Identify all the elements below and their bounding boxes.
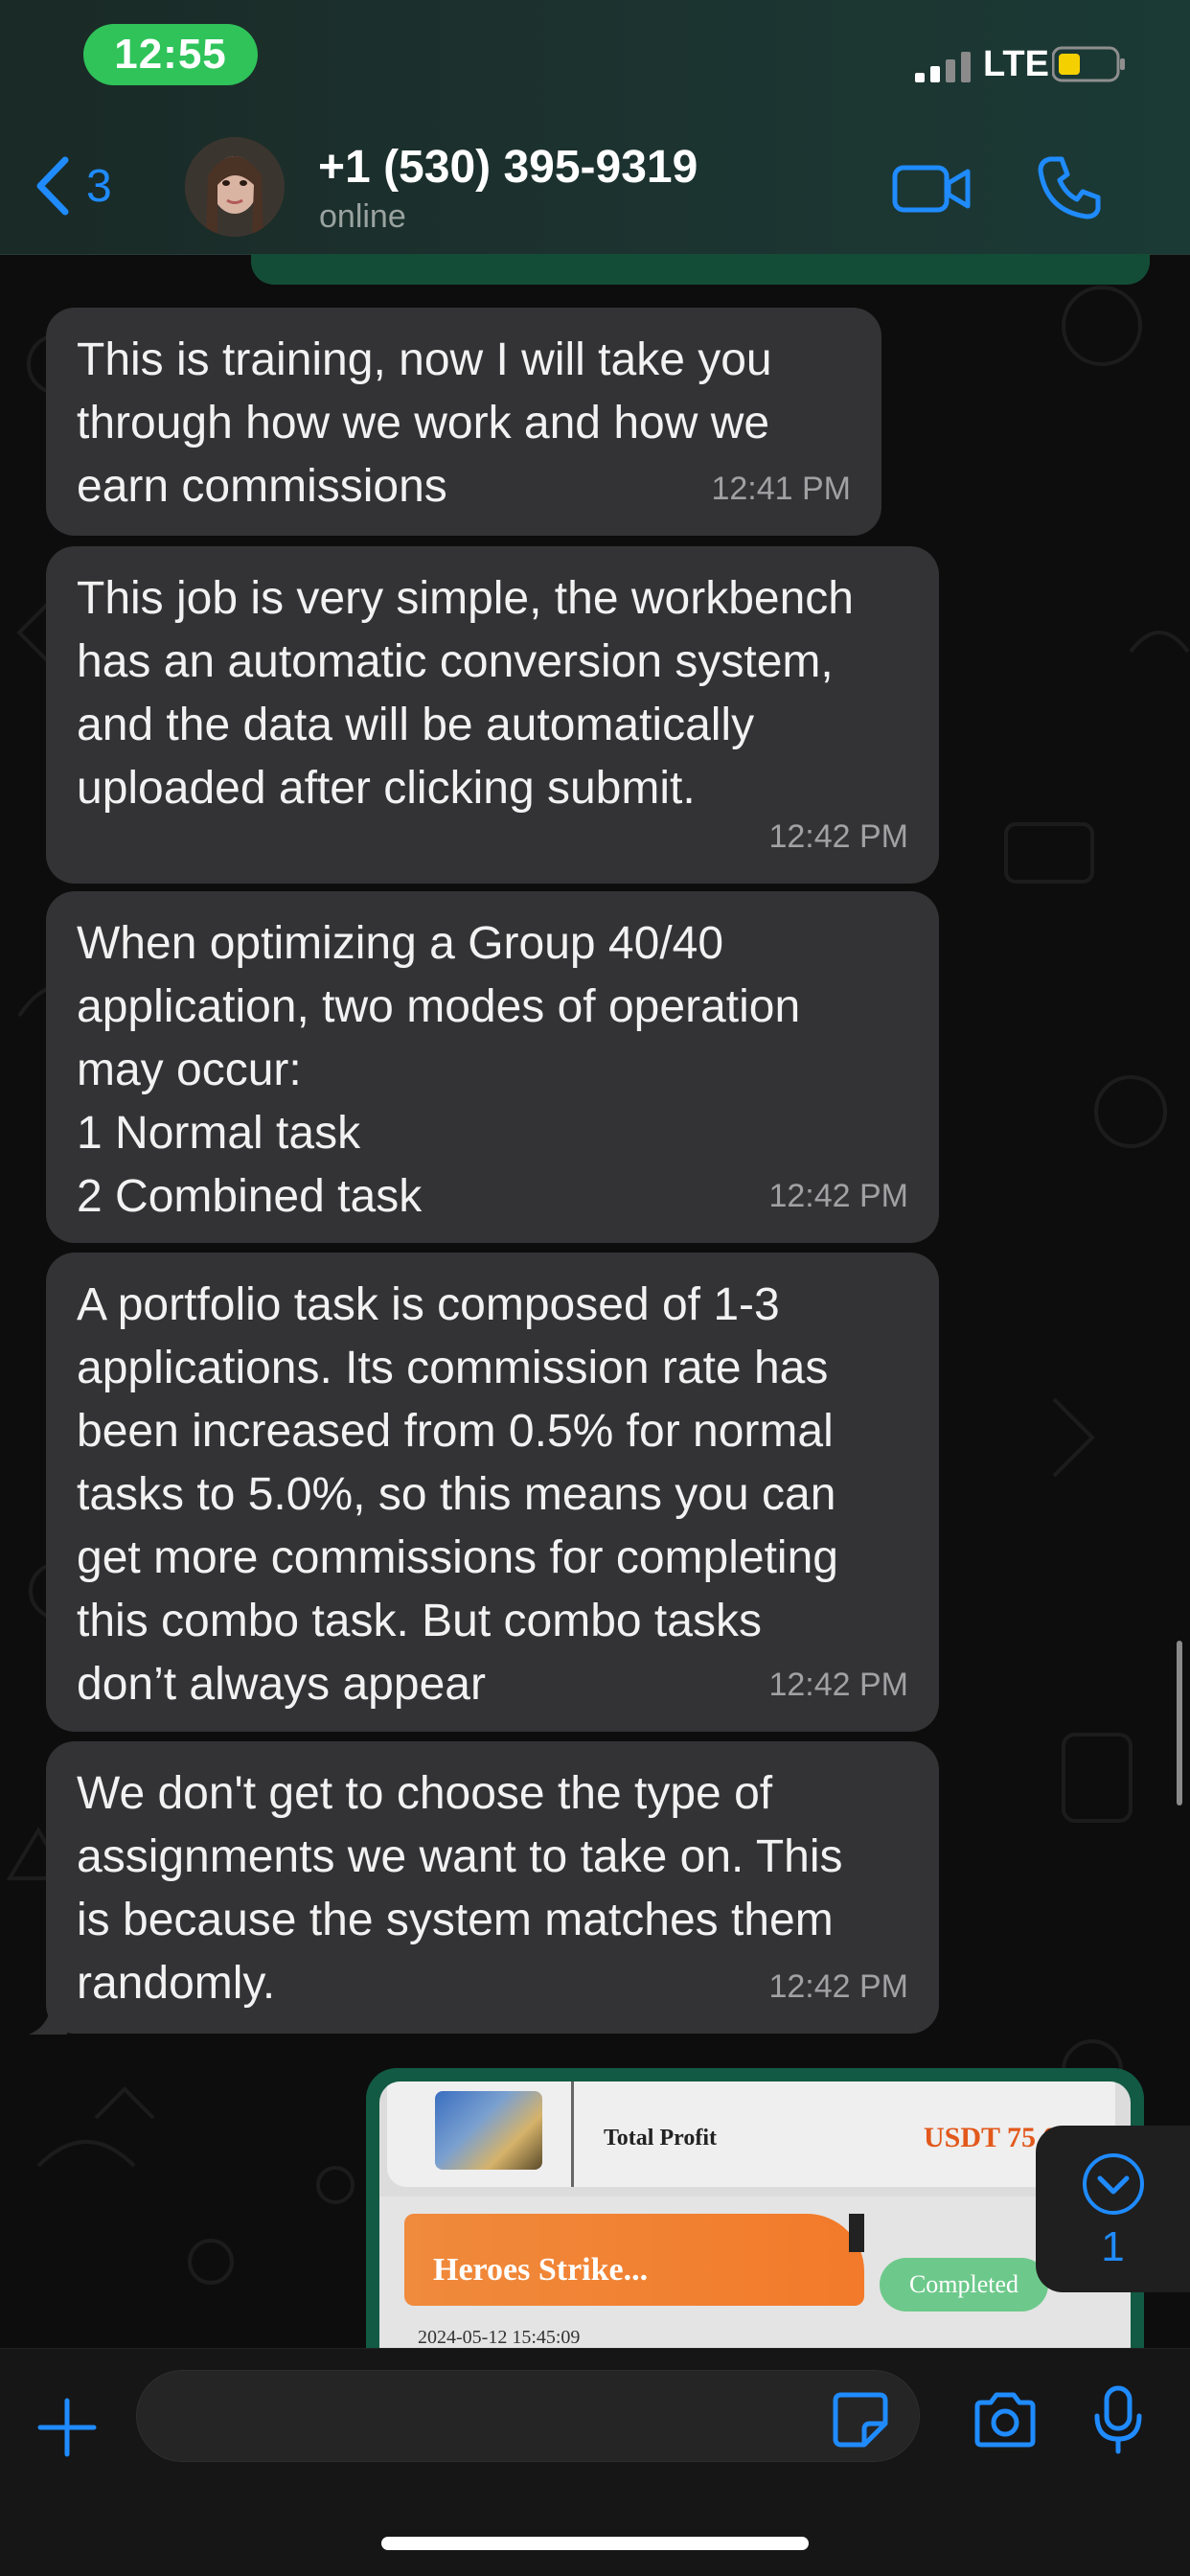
message-time: 12:41 PM	[711, 471, 851, 507]
message-input[interactable]	[136, 2370, 920, 2462]
message-list[interactable]: This is training, now I will take you th…	[0, 254, 1190, 2348]
message-input-bar	[0, 2348, 1190, 2576]
message-bubble[interactable]: When optimizing a Group 40/40 applicatio…	[46, 891, 939, 1243]
previous-outgoing-bubble	[251, 254, 1150, 285]
signal-strength-icon	[915, 52, 971, 82]
game-title: Heroes Strike...	[433, 2252, 649, 2288]
profit-card: Total Profit USDT 75.00	[387, 2082, 1115, 2187]
avatar-image	[185, 137, 285, 237]
status-bar: 12:55 LTE	[0, 0, 1190, 115]
chat-header: 12:55 LTE 3 +1 (530) 395-9319 online	[0, 0, 1190, 255]
tab-edge	[849, 2214, 864, 2252]
divider	[571, 2082, 574, 2187]
message-time: 12:42 PM	[768, 1178, 908, 1214]
phone-call-icon[interactable]	[1037, 153, 1104, 220]
message-bubble[interactable]: We don't get to choose the type of assig…	[46, 1741, 939, 2034]
contact-avatar[interactable]	[185, 137, 285, 237]
message-time: 12:42 PM	[768, 818, 908, 855]
unread-chats-count: 3	[86, 160, 112, 212]
scrollbar[interactable]	[1177, 1641, 1182, 1806]
status-badge: Completed	[880, 2258, 1048, 2312]
message-time: 12:42 PM	[768, 1667, 908, 1703]
network-type: LTE	[983, 44, 1049, 84]
contact-status: online	[319, 198, 406, 235]
plus-icon[interactable]	[36, 2397, 98, 2458]
unread-message-count: 1	[1101, 2223, 1125, 2270]
sticker-icon[interactable]	[832, 2391, 889, 2449]
video-call-icon[interactable]	[891, 158, 972, 219]
scroll-to-bottom-button[interactable]: 1	[1036, 2126, 1190, 2292]
total-profit-label: Total Profit	[604, 2126, 717, 2150]
chat-screen: 12:55 LTE 3 +1 (530) 395-9319 online Thi…	[0, 0, 1190, 2576]
message-bubble[interactable]: A portfolio task is composed of 1-3 appl…	[46, 1253, 939, 1732]
message-bubble[interactable]: This job is very simple, the workbench h…	[46, 546, 939, 884]
camera-icon[interactable]	[972, 2391, 1039, 2449]
screenshot-image: Total Profit USDT 75.00 Heroes Strike...…	[379, 2082, 1131, 2348]
chevron-down-circle-icon	[1083, 2153, 1144, 2215]
microphone-icon[interactable]	[1092, 2385, 1144, 2454]
message-text: This job is very simple, the workbench h…	[77, 573, 854, 814]
status-time: 12:55	[83, 24, 258, 85]
contact-name[interactable]: +1 (530) 395-9319	[318, 141, 698, 194]
image-attachment[interactable]: Total Profit USDT 75.00 Heroes Strike...…	[366, 2068, 1144, 2348]
message-text: A portfolio task is composed of 1-3 appl…	[77, 1279, 838, 1710]
chat-nav-row: 3 +1 (530) 395-9319 online	[0, 129, 1190, 244]
message-time: 12:42 PM	[768, 1968, 908, 2005]
bubble-tail	[29, 1996, 67, 2035]
home-indicator[interactable]	[381, 2537, 809, 2550]
task-date: 2024-05-12 15:45:09	[418, 2327, 581, 2348]
back-button[interactable]: 3	[34, 156, 112, 216]
battery-icon	[1052, 46, 1125, 82]
chevron-left-icon	[36, 156, 69, 216]
game-thumbnail	[435, 2091, 542, 2170]
message-bubble[interactable]: This is training, now I will take you th…	[46, 308, 881, 536]
